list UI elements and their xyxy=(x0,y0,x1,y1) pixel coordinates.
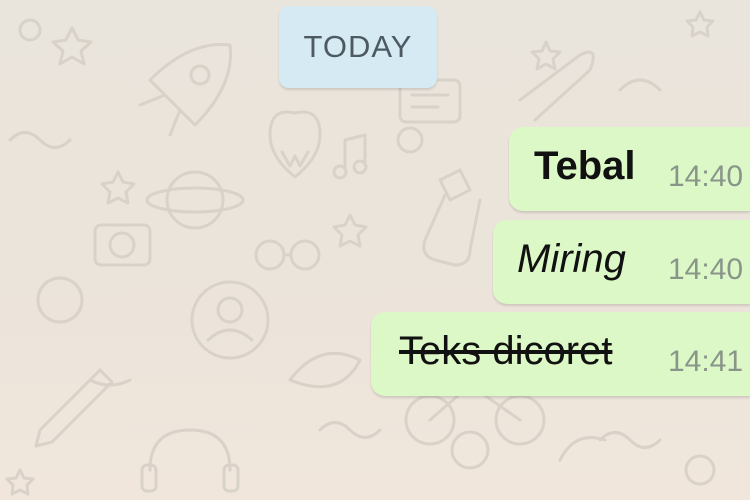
date-separator: TODAY xyxy=(279,6,437,88)
message-timestamp: 14:40 xyxy=(668,160,744,193)
message-timestamp: 14:41 xyxy=(668,345,744,378)
message-text-bold: Tebal xyxy=(534,144,636,188)
message-timestamp: 14:40 xyxy=(668,253,744,286)
outgoing-message-bubble[interactable]: Tebal 14:40 xyxy=(509,127,750,211)
date-separator-label: TODAY xyxy=(303,29,413,64)
outgoing-message-bubble[interactable]: Teks dicoret 14:41 xyxy=(371,312,750,396)
outgoing-message-bubble[interactable]: Miring 14:40 xyxy=(493,220,750,304)
message-text-strikethrough: Teks dicoret xyxy=(399,329,613,373)
message-text-italic: Miring xyxy=(517,237,626,281)
